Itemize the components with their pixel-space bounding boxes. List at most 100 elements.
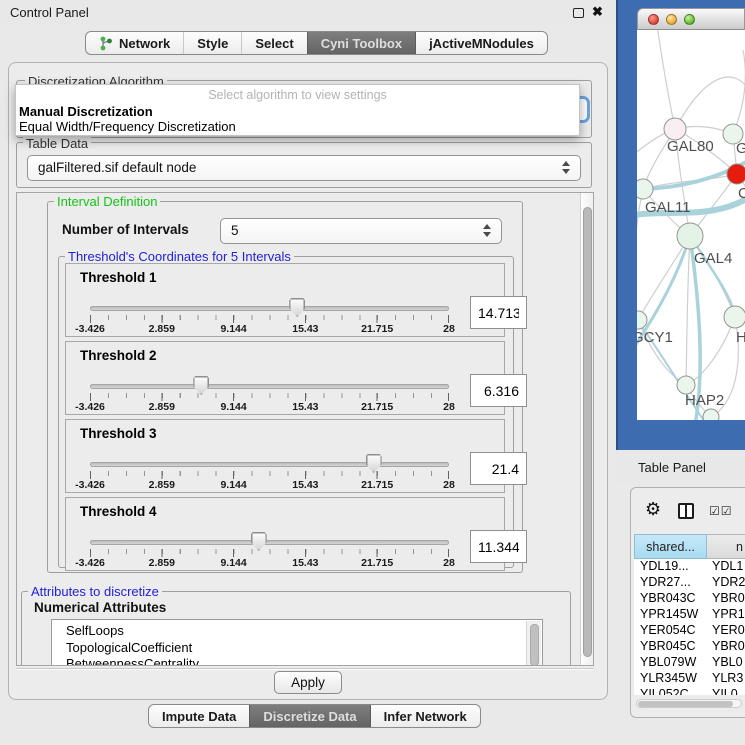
control-panel-title: Control Panel [10, 5, 89, 20]
columns-icon[interactable] [678, 503, 694, 519]
threshold-3-slider[interactable]: -3.4262.8599.144 15.4321.71528 [90, 420, 449, 494]
threshold-1-slider[interactable]: -3.4262.8599.144 15.4321.71528 [90, 264, 449, 338]
slider-scale-labels: -3.4262.8599.144 15.4321.71528 [90, 401, 449, 413]
table-row[interactable]: YBL079WYBL0 [634, 655, 745, 671]
table-row[interactable]: YER054CYER0 [634, 623, 745, 639]
table-row[interactable]: YBR043CYBR0 [634, 591, 745, 607]
node-label-ga: GA [736, 140, 745, 157]
column-header-name[interactable]: n [707, 534, 745, 559]
node-gal80[interactable] [664, 118, 686, 140]
separator [16, 668, 594, 670]
thresholds-group-title: Threshold's Coordinates for 5 Intervals [65, 249, 294, 264]
tab-network-label: Network [119, 36, 170, 51]
num-intervals-value: 5 [231, 223, 239, 238]
table-row[interactable]: YBR045CYBR0 [634, 639, 745, 655]
bottom-tabbar: Impute Data Discretize Data Infer Networ… [148, 704, 481, 728]
threshold-4-slider[interactable]: -3.4262.8599.144 15.4321.71528 [90, 498, 449, 572]
tab-impute-data[interactable]: Impute Data [149, 705, 249, 727]
slider-track[interactable] [90, 306, 449, 311]
slider-track[interactable] [90, 462, 449, 467]
tab-network[interactable]: Network [86, 32, 183, 54]
node-gal4[interactable] [677, 223, 703, 249]
table-row[interactable]: YPR145WYPR1 [634, 607, 745, 623]
slider-scale-labels: -3.4262.8599.144 15.4321.71528 [90, 479, 449, 491]
node-red-selected[interactable] [727, 164, 745, 184]
tab-jactivemnodules[interactable]: jActiveMNodules [415, 32, 547, 54]
threshold-1-value-field[interactable] [470, 296, 527, 329]
float-panel-icon[interactable] [573, 8, 584, 18]
list-item[interactable]: SelfLoops [52, 623, 542, 640]
network-view[interactable]: GAL80 GA C GAL11 GAL4 GCY1 H HAP2 [637, 30, 745, 420]
attributes-group-title: Attributes to discretize [28, 584, 162, 599]
node-bottom[interactable] [703, 409, 719, 420]
table-data-title: Table Data [23, 136, 91, 151]
control-panel-titlebar [0, 0, 616, 26]
dropdown-option-manual[interactable]: Manual Discretization [19, 104, 153, 119]
node-gal11[interactable] [637, 179, 653, 199]
dropdown-prompt: Select algorithm to view settings [16, 88, 579, 102]
table-row[interactable]: YLR345WYLR3 [634, 671, 745, 687]
threshold-3-value-field[interactable] [470, 452, 527, 485]
tab-cyni-toolbox[interactable]: Cyni Toolbox [307, 32, 415, 54]
tab-select[interactable]: Select [241, 32, 306, 54]
node-h[interactable] [724, 306, 745, 328]
tab-discretize-data[interactable]: Discretize Data [249, 705, 369, 727]
num-intervals-combobox[interactable]: 5 [220, 218, 502, 244]
network-icon [99, 36, 113, 51]
table-body: YDL19...YDL1 YDR27...YDR2 YBR043CYBR0 YP… [634, 559, 745, 695]
window-minimize-icon[interactable] [666, 14, 677, 25]
combo-arrows-icon [483, 224, 493, 237]
slider-scale-labels: -3.4262.8599.144 15.4321.71528 [90, 323, 449, 335]
settings-scroll-area: Interval Definition Number of Intervals … [16, 192, 594, 666]
table-row[interactable]: YDR27...YDR2 [634, 575, 745, 591]
settings-scrollbar[interactable] [580, 193, 594, 666]
threshold-2-slider[interactable]: -3.4262.8599.144 15.4321.71528 [90, 342, 449, 416]
threshold-3-panel: Threshold 3 -3.4262.8599.144 15.4321.715… [65, 419, 505, 493]
numerical-attributes-list: SelfLoops TopologicalCoefficient Between… [51, 619, 543, 666]
checkboxes-icon[interactable]: ☑☑ [709, 504, 733, 518]
node-label-gal11: GAL11 [645, 199, 691, 216]
interval-definition-title: Interval Definition [54, 194, 160, 209]
application-window: Control Panel ✖ Network Style Select Cyn… [0, 0, 745, 745]
list-item[interactable]: BetweennessCentrality [52, 656, 542, 666]
tab-style[interactable]: Style [183, 32, 241, 54]
window-zoom-icon[interactable] [684, 14, 695, 25]
scrollbar-thumb[interactable] [638, 701, 733, 707]
list-scrollbar[interactable] [526, 621, 541, 666]
algorithm-dropdown: Select algorithm to view settings Manual… [15, 84, 580, 136]
window-close-icon[interactable] [648, 14, 659, 25]
apply-button[interactable]: Apply [274, 671, 342, 694]
table-data-value: galFiltered.sif default node [38, 160, 196, 175]
num-intervals-label: Number of Intervals [62, 222, 189, 237]
table-data-group: Table Data galFiltered.sif default node [16, 142, 592, 188]
table-horizontal-scrollbar[interactable] [636, 699, 742, 708]
slider-track[interactable] [90, 384, 449, 389]
control-panel-tabbar: Network Style Select Cyni Toolbox jActiv… [85, 31, 548, 55]
tab-infer-network[interactable]: Infer Network [370, 705, 480, 727]
node-label-gcy1: GCY1 [637, 329, 673, 346]
threshold-2-panel: Threshold 2 -3.4262.8599.144 15.4321.715… [65, 341, 505, 415]
list-item[interactable]: TopologicalCoefficient [52, 640, 542, 657]
node-gcy1[interactable] [637, 311, 647, 329]
node-label-h: H [736, 329, 745, 346]
column-header-shared[interactable]: shared... [634, 534, 707, 559]
node-label-gal80: GAL80 [667, 138, 714, 155]
threshold-4-value-field[interactable] [470, 530, 527, 563]
numerical-attributes-heading: Numerical Attributes [34, 600, 166, 615]
table-data-combobox[interactable]: galFiltered.sif default node [27, 155, 581, 181]
scrollbar-thumb[interactable] [583, 207, 592, 657]
table-row[interactable]: YDL19...YDL1 [634, 559, 745, 575]
slider-track[interactable] [90, 540, 449, 545]
combo-arrows-icon [562, 161, 572, 174]
gear-icon[interactable]: ⚙ [645, 499, 661, 520]
close-panel-icon[interactable]: ✖ [592, 4, 603, 20]
table-row[interactable]: YIL052CYIL0 [634, 687, 745, 695]
dropdown-option-equal-width[interactable]: Equal Width/Frequency Discretization [19, 119, 236, 134]
threshold-1-panel: Threshold 1 -3.4262.8599.144 15.4321.715… [65, 263, 505, 337]
slider-scale-labels: -3.4262.8599.144 15.4321.71528 [90, 557, 449, 569]
table-panel-title: Table Panel [638, 460, 706, 475]
threshold-2-value-field[interactable] [470, 374, 527, 407]
node-label-hap2: HAP2 [685, 392, 724, 409]
threshold-4-panel: Threshold 4 -3.4262.8599.144 15.4321.715… [65, 497, 505, 571]
table-header-row: shared... n [634, 534, 745, 559]
